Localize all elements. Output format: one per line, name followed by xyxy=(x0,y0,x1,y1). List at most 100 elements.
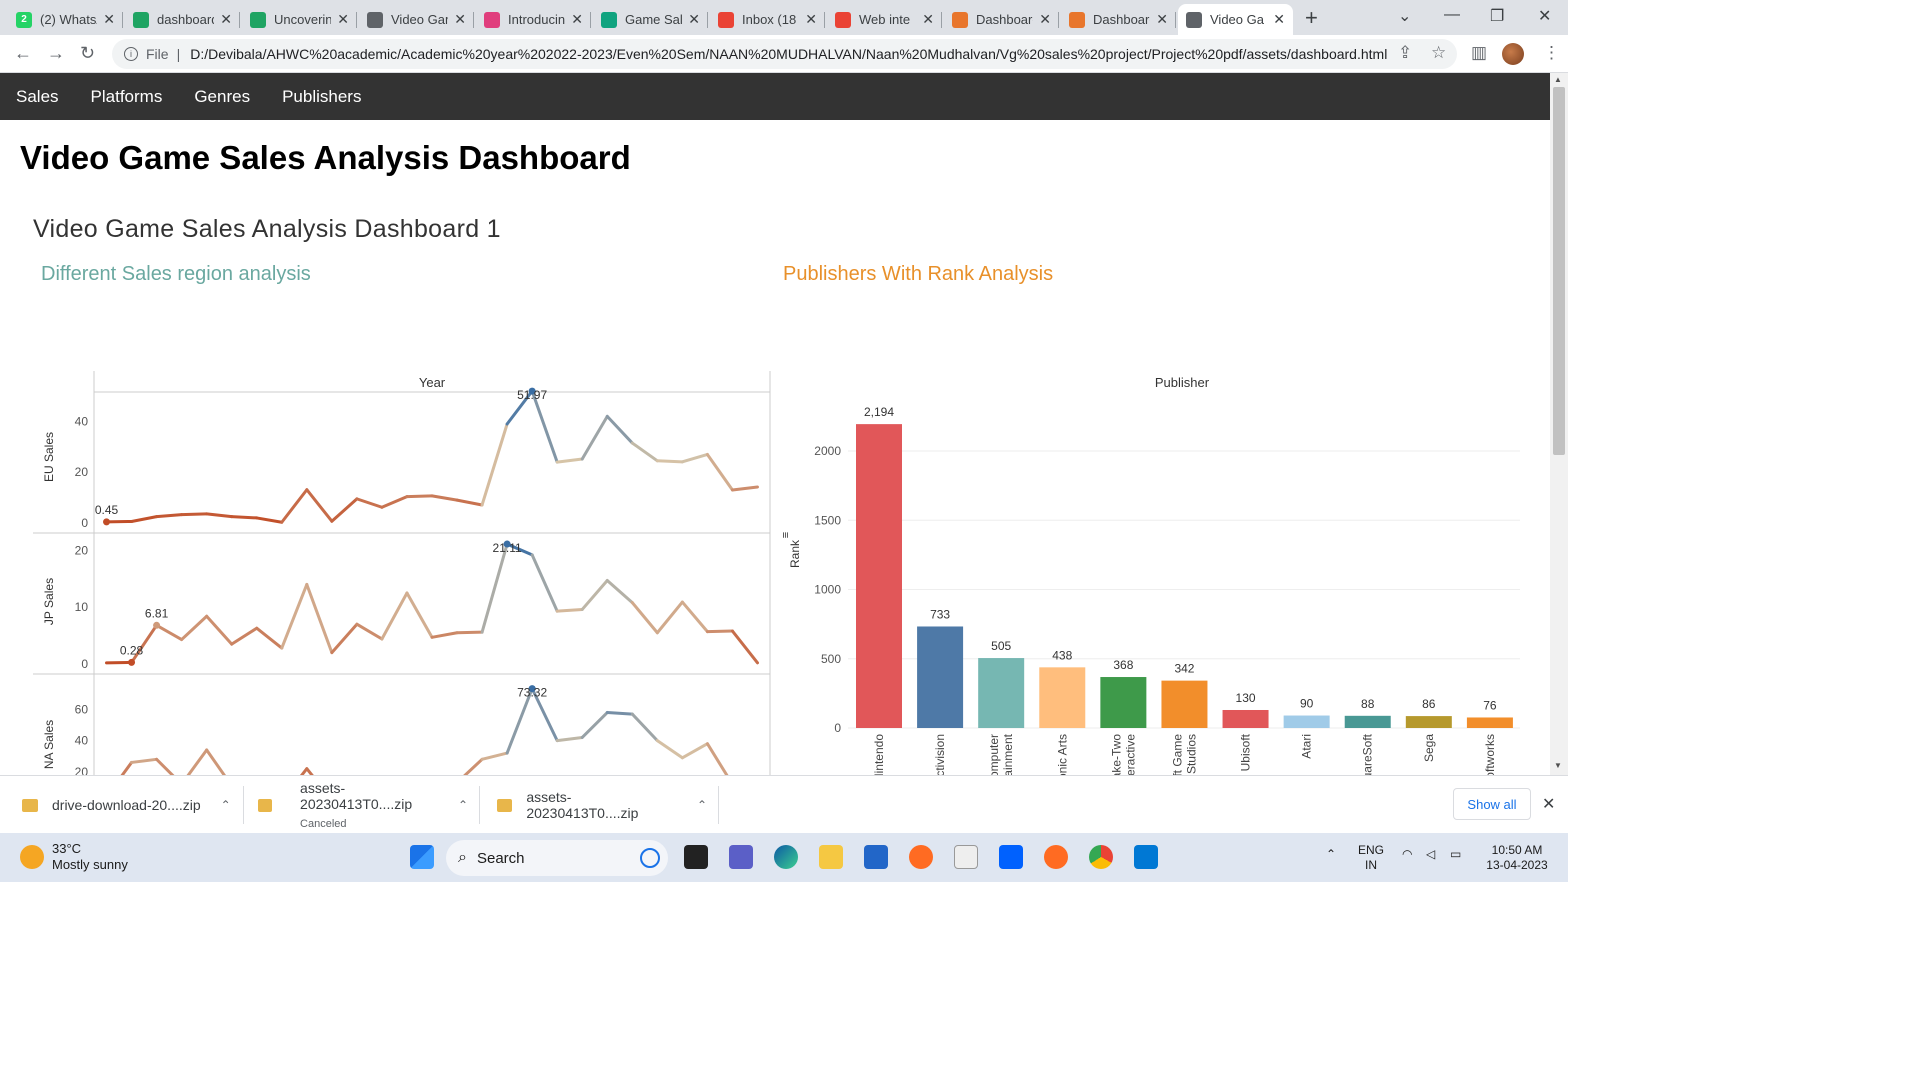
dashboard-title: Video Game Sales Analysis Dashboard 1 xyxy=(33,215,501,243)
store-icon[interactable] xyxy=(864,845,888,869)
chrome-icon[interactable] xyxy=(1089,845,1113,869)
task-view-icon[interactable] xyxy=(684,845,708,869)
back-icon[interactable]: ← xyxy=(14,43,32,64)
sales-region-line-chart[interactable]: Year EU Sales 0 20 40 0.45 51.97 JP Sales 0 10 20 0… xyxy=(0,291,775,775)
y-tick-label: 20 xyxy=(75,765,89,775)
nav-genres[interactable]: Genres xyxy=(194,87,250,107)
series-line-segment xyxy=(180,512,209,517)
chevron-up-icon[interactable]: ⌃ xyxy=(1326,847,1336,862)
tab-divider xyxy=(941,12,942,28)
tab-title: Dashboard xyxy=(1093,12,1151,27)
windows-start-icon[interactable] xyxy=(410,845,434,869)
forward-icon[interactable]: → xyxy=(47,43,65,64)
scroll-up-icon[interactable]: ▲ xyxy=(1554,75,1562,84)
battery-icon[interactable]: ▭ xyxy=(1450,847,1461,862)
tab-title: Game Sales xyxy=(625,12,683,27)
publisher-rank-bar-chart[interactable]: Publisher Rank≡ 0 500 1000 1500 2000 2,194 Ninte… xyxy=(775,291,1535,775)
show-all-downloads-button[interactable]: Show all xyxy=(1453,788,1531,820)
maximize-button[interactable]: ❐ xyxy=(1490,6,1504,26)
profile-avatar[interactable] xyxy=(1502,43,1524,65)
nav-sales[interactable]: Sales xyxy=(16,87,59,107)
firefox-dev-icon[interactable] xyxy=(1044,845,1068,869)
download-status: Canceled xyxy=(300,818,347,830)
chevron-up-icon[interactable]: ⌃ xyxy=(458,798,468,812)
browser-tab[interactable]: Inbox (18 ✕ xyxy=(710,4,825,35)
page-scrollbar[interactable]: ▲ ▼ xyxy=(1550,73,1568,775)
file-explorer-icon[interactable] xyxy=(819,845,843,869)
minimize-button[interactable]: — xyxy=(1444,6,1460,24)
close-tab-icon[interactable]: ✕ xyxy=(220,11,232,28)
browser-tab[interactable]: Video Ga ✕ xyxy=(1178,4,1293,35)
close-window-button[interactable]: ✕ xyxy=(1538,6,1551,26)
browser-tab[interactable]: dashboard ✕ xyxy=(125,4,240,35)
browser-tab[interactable]: 2 (2) WhatsApp ✕ xyxy=(8,4,123,35)
download-item[interactable]: drive-download-20....zip ⌃ xyxy=(22,776,244,834)
language-indicator[interactable]: ENG IN xyxy=(1358,843,1384,873)
bing-icon xyxy=(640,848,660,868)
download-item[interactable]: assets-20230413T0....zip ⌃ xyxy=(497,776,719,834)
browser-tab[interactable]: Introducing ✕ xyxy=(476,4,591,35)
close-tab-icon[interactable]: ✕ xyxy=(688,11,700,28)
data-label: 51.97 xyxy=(517,388,547,402)
edge-icon[interactable] xyxy=(774,845,798,869)
browser-tab[interactable]: Video Game ✕ xyxy=(359,4,474,35)
amazon-icon[interactable] xyxy=(954,845,978,869)
vscode-icon[interactable] xyxy=(1134,845,1158,869)
nav-platforms[interactable]: Platforms xyxy=(91,87,163,107)
address-bar[interactable]: i File | D:/Devibala/AHWC%20academic/Aca… xyxy=(112,39,1457,69)
close-tab-icon[interactable]: ✕ xyxy=(454,11,466,28)
firefox-icon[interactable] xyxy=(909,845,933,869)
y-tick-label: 20 xyxy=(75,543,89,557)
wifi-icon[interactable]: ◠ xyxy=(1402,847,1412,862)
new-tab-button[interactable]: + xyxy=(1305,5,1318,31)
chevron-up-icon[interactable]: ⌃ xyxy=(221,798,231,812)
close-tab-icon[interactable]: ✕ xyxy=(103,11,115,28)
share-icon[interactable]: ⇪ xyxy=(1398,43,1412,63)
side-panel-icon[interactable]: ▥ xyxy=(1471,43,1487,63)
scroll-down-icon[interactable]: ▼ xyxy=(1554,761,1562,770)
series-line-segment xyxy=(705,742,729,775)
notion-icon xyxy=(484,11,500,28)
teams-icon[interactable] xyxy=(729,845,753,869)
browser-tab[interactable]: Dashboard ✕ xyxy=(944,4,1059,35)
reload-icon[interactable]: ↻ xyxy=(80,43,95,64)
dropbox-icon[interactable] xyxy=(999,845,1023,869)
bar xyxy=(1161,680,1208,728)
nav-publishers[interactable]: Publishers xyxy=(282,87,361,107)
category-label: Nintendo xyxy=(872,734,886,775)
browser-toolbar: ← → ↻ i File | D:/Devibala/AHWC%20academ… xyxy=(0,35,1568,73)
weather-widget[interactable]: 33°C Mostly sunny xyxy=(20,841,128,873)
download-item[interactable]: assets-20230413T0....zip Canceled ⌃ xyxy=(258,776,480,834)
browser-tab[interactable]: Web inte ✕ xyxy=(827,4,942,35)
browser-tab[interactable]: Dashboard ✕ xyxy=(1061,4,1176,35)
weather-desc: Mostly sunny xyxy=(52,857,128,872)
tab-search-icon[interactable]: ⌄ xyxy=(1398,6,1411,26)
close-tab-icon[interactable]: ✕ xyxy=(922,11,934,28)
tab-title: Video Ga xyxy=(1210,12,1264,27)
chatgpt-icon xyxy=(601,11,617,28)
bar-value-label: 733 xyxy=(930,607,950,621)
browser-tab[interactable]: Game Sales ✕ xyxy=(593,4,708,35)
menu-icon[interactable]: ⋮ xyxy=(1543,43,1560,63)
scrollbar-thumb[interactable] xyxy=(1553,87,1565,455)
close-tab-icon[interactable]: ✕ xyxy=(337,11,349,28)
close-tab-icon[interactable]: ✕ xyxy=(1039,11,1051,28)
downloads-bar: drive-download-20....zip ⌃ assets-202304… xyxy=(0,775,1568,833)
clock[interactable]: 10:50 AM 13-04-2023 xyxy=(1482,843,1552,873)
taskbar-search[interactable]: ⌕ Search xyxy=(446,840,668,876)
browser-tab[interactable]: Uncovering ✕ xyxy=(242,4,357,35)
bookmark-star-icon[interactable]: ☆ xyxy=(1431,43,1446,63)
url-text[interactable]: D:/Devibala/AHWC%20academic/Academic%20y… xyxy=(190,46,1387,62)
volume-icon[interactable]: ◁ xyxy=(1426,847,1435,862)
series-line-segment xyxy=(680,452,709,464)
close-tab-icon[interactable]: ✕ xyxy=(1156,11,1168,28)
chevron-up-icon[interactable]: ⌃ xyxy=(697,798,707,812)
close-tab-icon[interactable]: ✕ xyxy=(805,11,817,28)
y-tick-label: 1500 xyxy=(814,513,841,527)
close-downloads-icon[interactable]: ✕ xyxy=(1542,794,1555,814)
info-icon[interactable]: i xyxy=(124,47,138,61)
close-tab-icon[interactable]: ✕ xyxy=(1273,11,1285,28)
y-axis-label: NA Sales xyxy=(42,720,56,769)
y-tick-label: 40 xyxy=(75,414,89,428)
close-tab-icon[interactable]: ✕ xyxy=(571,11,583,28)
